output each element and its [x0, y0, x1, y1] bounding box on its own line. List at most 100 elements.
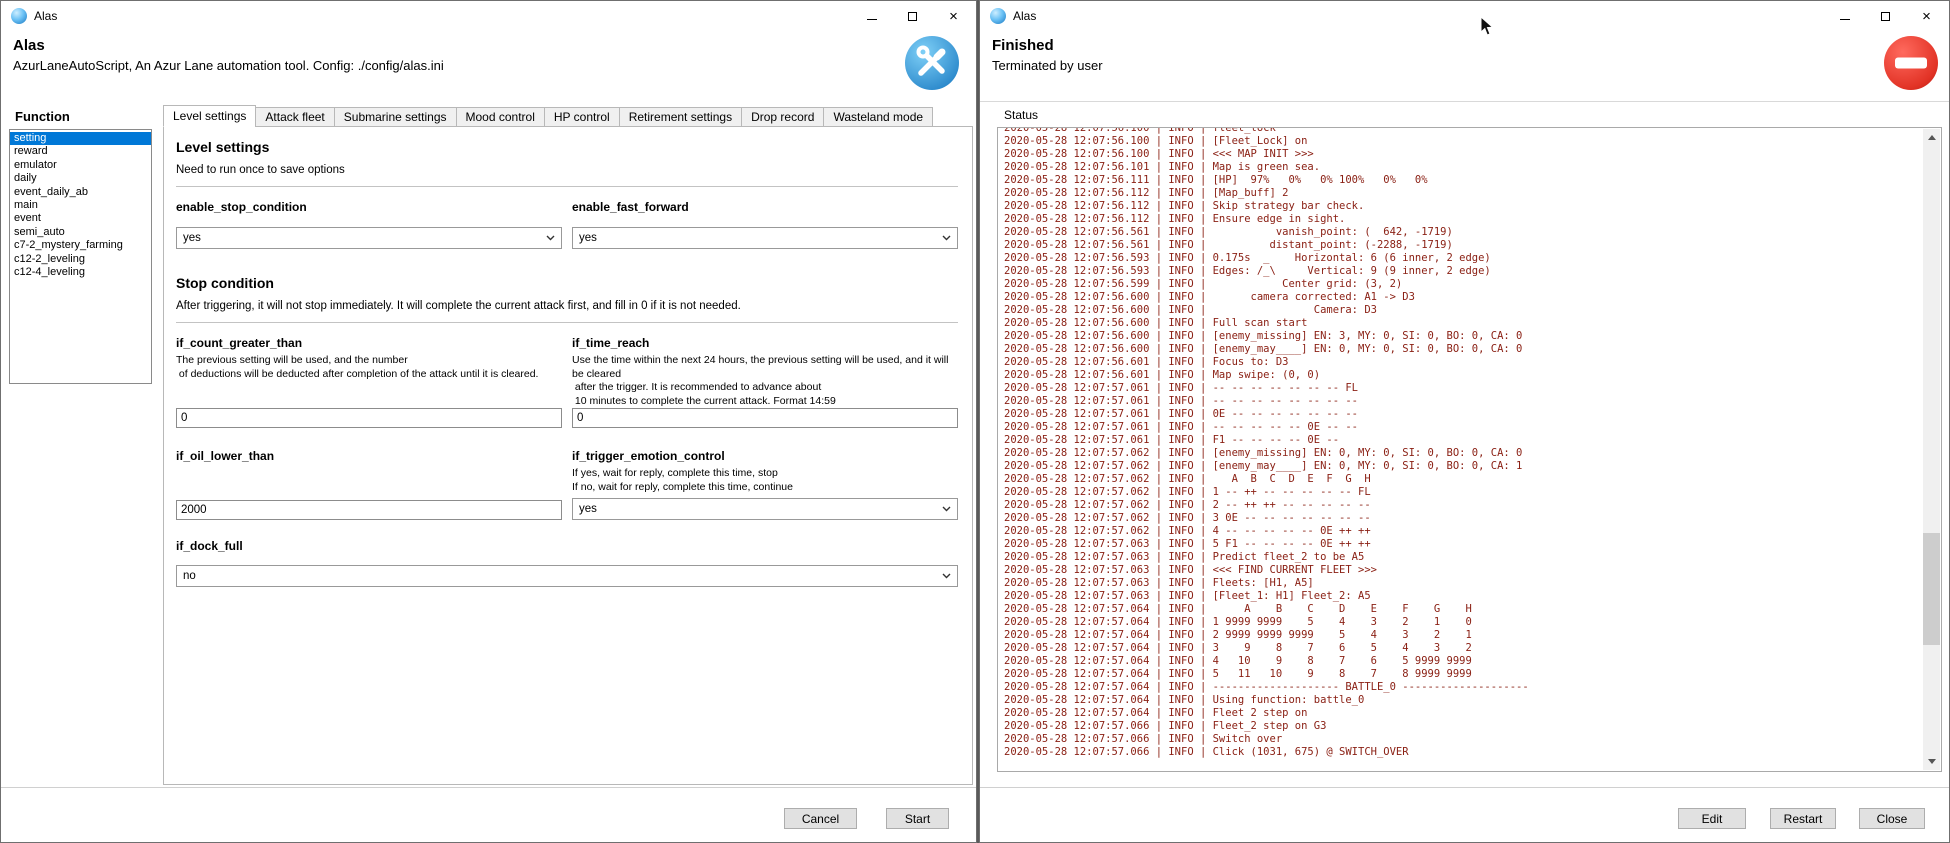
log-line: 2020-05-28 12:07:57.066 | INFO | Click (…: [1004, 746, 1923, 759]
function-list-item[interactable]: c7-2_mystery_farming: [10, 239, 151, 252]
enable-fast-forward-select[interactable]: yes: [572, 227, 958, 249]
tab[interactable]: Drop record: [741, 107, 824, 127]
field-label: enable_fast_forward: [572, 200, 958, 214]
close-window-button[interactable]: Close: [1859, 808, 1925, 829]
chevron-down-icon: [942, 573, 951, 579]
section-desc-level-settings: Need to run once to save options: [176, 164, 958, 176]
field-if-count-greater-than: if_count_greater_than The previous setti…: [176, 336, 562, 428]
tab[interactable]: Attack fleet: [255, 107, 334, 127]
scroll-up-arrow[interactable]: [1923, 129, 1940, 146]
log-line: 2020-05-28 12:07:57.064 | INFO | 3 9 8 7…: [1004, 642, 1923, 655]
log-titlebar[interactable]: Alas ×: [980, 1, 1949, 31]
tab[interactable]: Submarine settings: [334, 107, 457, 127]
stopped-indicator-icon: [1883, 35, 1939, 91]
log-line: 2020-05-28 12:07:56.601 | INFO | Focus t…: [1004, 356, 1923, 369]
config-titlebar[interactable]: Alas ×: [1, 1, 976, 31]
function-list-item[interactable]: c12-2_leveling: [10, 253, 151, 266]
settings-tab-bar: Level settingsAttack fleetSubmarine sett…: [163, 105, 932, 127]
start-button[interactable]: Start: [886, 808, 949, 829]
function-list-item[interactable]: emulator: [10, 159, 151, 172]
field-description: Use the time within the next 24 hours, t…: [572, 354, 958, 408]
tab[interactable]: Wasteland mode: [823, 107, 933, 127]
edit-button[interactable]: Edit: [1678, 808, 1746, 829]
minimize-button[interactable]: [851, 1, 892, 31]
log-line: 2020-05-28 12:07:56.593 | INFO | 0.175s …: [1004, 252, 1923, 265]
log-line: 2020-05-28 12:07:56.561 | INFO | distant…: [1004, 239, 1923, 252]
function-list-item[interactable]: daily: [10, 172, 151, 185]
level-settings-pane: Level settings Need to run once to save …: [163, 126, 973, 785]
section-desc-stop-condition: After triggering, it will not stop immed…: [176, 300, 958, 312]
log-line: 2020-05-28 12:07:57.064 | INFO | -------…: [1004, 681, 1923, 694]
log-window-title: Alas: [1013, 9, 1036, 23]
log-line: 2020-05-28 12:07:57.062 | INFO | 3 0E --…: [1004, 512, 1923, 525]
log-output-box[interactable]: 2020-05-28 12:07:56.100 | INFO | fleet_l…: [997, 127, 1942, 772]
field-description: If yes, wait for reply, complete this ti…: [572, 467, 958, 494]
field-label: if_time_reach: [572, 336, 958, 350]
selected-value: yes: [579, 232, 597, 244]
field-label: enable_stop_condition: [176, 200, 562, 214]
cancel-button[interactable]: Cancel: [784, 808, 857, 829]
function-list-item[interactable]: main: [10, 199, 151, 212]
maximize-button[interactable]: [1865, 1, 1906, 31]
field-if-oil-lower-than: if_oil_lower_than: [176, 449, 562, 520]
if-trigger-emotion-control-select[interactable]: yes: [572, 498, 958, 520]
field-if-dock-full: if_dock_full no: [176, 539, 958, 587]
field-description: The previous setting will be used, and t…: [176, 354, 562, 381]
minimize-button[interactable]: [1824, 1, 1865, 31]
tab[interactable]: HP control: [544, 107, 620, 127]
tab[interactable]: Retirement settings: [619, 107, 742, 127]
scroll-down-arrow[interactable]: [1923, 753, 1940, 770]
function-list-item[interactable]: event_daily_ab: [10, 186, 151, 199]
function-list-item[interactable]: c12-4_leveling: [10, 266, 151, 279]
log-line: 2020-05-28 12:07:56.100 | INFO | fleet_l…: [1004, 128, 1923, 135]
minimize-icon: [867, 19, 877, 20]
log-line: 2020-05-28 12:07:57.064 | INFO | Fleet 2…: [1004, 707, 1923, 720]
log-line: 2020-05-28 12:07:56.112 | INFO | [Map_bu…: [1004, 187, 1923, 200]
log-line: 2020-05-28 12:07:56.593 | INFO | Edges: …: [1004, 265, 1923, 278]
log-line: 2020-05-28 12:07:56.600 | INFO | Camera:…: [1004, 304, 1923, 317]
close-button[interactable]: ×: [1906, 1, 1947, 31]
log-line: 2020-05-28 12:07:57.064 | INFO | Using f…: [1004, 694, 1923, 707]
if-oil-lower-than-input[interactable]: [176, 500, 562, 520]
scrollbar-thumb[interactable]: [1923, 533, 1940, 645]
if-dock-full-select[interactable]: no: [176, 565, 958, 587]
function-list-item[interactable]: setting: [10, 132, 151, 145]
close-button[interactable]: ×: [933, 1, 974, 31]
tab[interactable]: Mood control: [456, 107, 545, 127]
log-scrollbar[interactable]: [1923, 129, 1940, 770]
triangle-down-icon: [1928, 759, 1936, 764]
alas-app-icon: [990, 8, 1006, 24]
field-label: if_count_greater_than: [176, 336, 562, 350]
if-time-reach-input[interactable]: [572, 408, 958, 428]
alas-config-window: Alas × Alas AzurLaneAutoScript, An Azur …: [0, 0, 977, 843]
log-line: 2020-05-28 12:07:57.063 | INFO | <<< FIN…: [1004, 564, 1923, 577]
log-line: 2020-05-28 12:07:57.061 | INFO | -- -- -…: [1004, 395, 1923, 408]
if-count-greater-than-input[interactable]: [176, 408, 562, 428]
function-list[interactable]: settingrewardemulatordailyevent_daily_ab…: [9, 129, 152, 384]
selected-value: yes: [579, 503, 597, 515]
chevron-down-icon: [546, 235, 555, 241]
log-line: 2020-05-28 12:07:57.062 | INFO | [enemy_…: [1004, 447, 1923, 460]
log-line: 2020-05-28 12:07:56.112 | INFO | Ensure …: [1004, 213, 1923, 226]
function-list-item[interactable]: reward: [10, 145, 151, 158]
log-line: 2020-05-28 12:07:57.062 | INFO | 4 -- --…: [1004, 525, 1923, 538]
log-output: 2020-05-28 12:07:56.100 | INFO | fleet_l…: [999, 128, 1923, 770]
enable-stop-condition-select[interactable]: yes: [176, 227, 562, 249]
app-header-subtitle: AzurLaneAutoScript, An Azur Lane automat…: [13, 58, 444, 73]
maximize-button[interactable]: [892, 1, 933, 31]
alas-tools-logo: [904, 35, 960, 91]
log-line: 2020-05-28 12:07:57.064 | INFO | 1 9999 …: [1004, 616, 1923, 629]
app-header-title: Alas: [13, 37, 45, 54]
restart-button[interactable]: Restart: [1770, 808, 1836, 829]
log-line: 2020-05-28 12:07:57.064 | INFO | 4 10 9 …: [1004, 655, 1923, 668]
function-list-item[interactable]: semi_auto: [10, 226, 151, 239]
chevron-down-icon: [942, 506, 951, 512]
function-list-item[interactable]: event: [10, 212, 151, 225]
footer-divider: [1, 787, 976, 788]
section-title-level-settings: Level settings: [176, 139, 958, 155]
log-line: 2020-05-28 12:07:56.112 | INFO | Skip st…: [1004, 200, 1923, 213]
tab[interactable]: Level settings: [163, 105, 256, 127]
triangle-up-icon: [1928, 135, 1936, 140]
log-line: 2020-05-28 12:07:57.061 | INFO | F1 -- -…: [1004, 434, 1923, 447]
log-line: 2020-05-28 12:07:57.063 | INFO | [Fleet_…: [1004, 590, 1923, 603]
